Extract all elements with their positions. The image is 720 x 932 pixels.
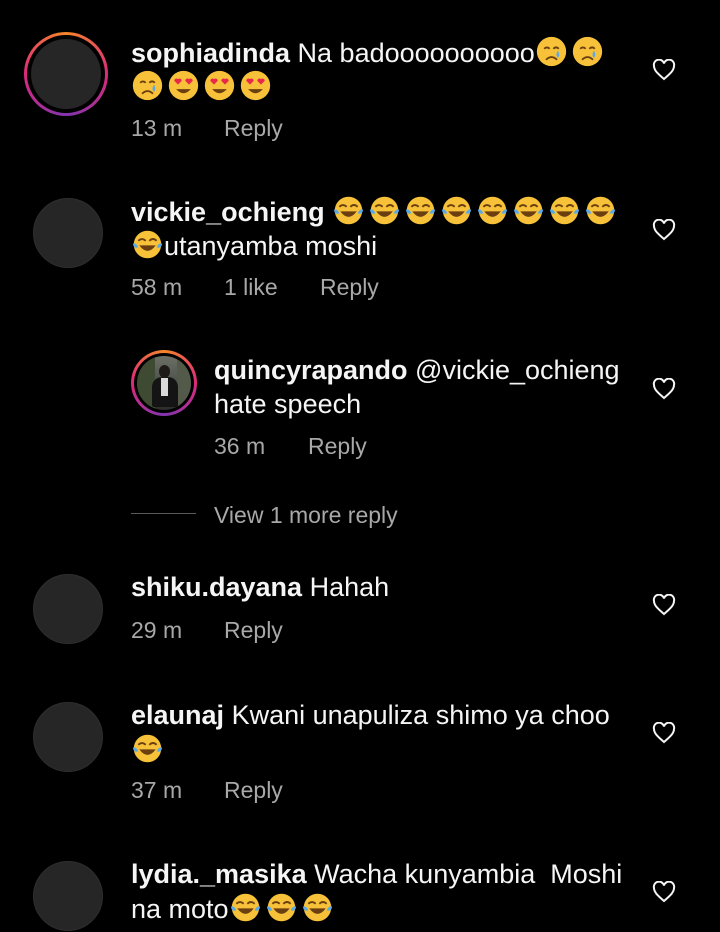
- comment-text: sophiadinda Na badoooooooooo: [131, 35, 607, 70]
- comment-body: utanyamba moshi: [164, 231, 378, 261]
- heart-outline-icon[interactable]: [652, 59, 676, 81]
- avatar[interactable]: [33, 198, 103, 268]
- comment-text: lydia._masika Wacha kunyambia Moshi: [131, 857, 622, 891]
- comment-body: Hahah: [309, 572, 390, 602]
- avatar[interactable]: [33, 702, 103, 772]
- crying-face-emoji: [572, 36, 602, 67]
- comment-meta: 13 m Reply: [131, 114, 283, 142]
- mention-link[interactable]: @vickie_ochieng: [415, 355, 620, 385]
- photo-person-shirt: [161, 378, 168, 396]
- reply-button[interactable]: Reply: [320, 273, 379, 301]
- username[interactable]: lydia._masika: [131, 859, 307, 889]
- username[interactable]: vickie_ochieng: [131, 197, 325, 227]
- heart-eyes-emoji: [240, 70, 271, 101]
- comment-text: vickie_ochieng: [131, 194, 620, 229]
- heart-outline-icon[interactable]: [652, 722, 676, 744]
- reply-text: quincyrapando @vickie_ochieng: [214, 353, 620, 387]
- tears-of-joy-emoji: [132, 230, 163, 259]
- comment-body: Wacha kunyambia Moshi: [314, 859, 623, 889]
- comment-meta: 29 m Reply: [131, 616, 283, 644]
- comment-timestamp: 13 m: [131, 115, 183, 141]
- username[interactable]: quincyrapando: [214, 355, 408, 385]
- tears-of-joy-emoji: [477, 196, 508, 225]
- comment-body: Kwani unapuliza shimo ya choo: [231, 700, 610, 730]
- avatar-placeholder: [31, 39, 101, 109]
- avatar-story-ring[interactable]: [24, 32, 108, 116]
- comment-timestamp: 29 m: [131, 617, 183, 643]
- avatar[interactable]: [33, 574, 103, 644]
- photo-bg-right: [177, 360, 191, 410]
- tears-of-joy-emoji: [549, 196, 580, 225]
- view-more-divider: [131, 513, 196, 514]
- comment-body-line2: na moto: [131, 894, 229, 924]
- view-more-replies-button[interactable]: View 1 more reply: [214, 501, 398, 529]
- username[interactable]: elaunaj: [131, 700, 224, 730]
- tears-of-joy-emoji: [585, 196, 616, 225]
- heart-eyes-emoji: [204, 70, 235, 101]
- heart-outline-icon[interactable]: [652, 881, 676, 903]
- heart-outline-icon[interactable]: [652, 594, 676, 616]
- username[interactable]: shiku.dayana: [131, 572, 302, 602]
- comment-meta: 58 m 1 like Reply: [131, 273, 379, 301]
- avatar[interactable]: [33, 861, 103, 931]
- comment-body: hate speech: [214, 389, 362, 419]
- tears-of-joy-emoji: [513, 196, 544, 225]
- tears-of-joy-emoji: [405, 196, 436, 225]
- comment-meta: 37 m Reply: [131, 776, 283, 804]
- avatar-story-ring[interactable]: [131, 350, 197, 416]
- tears-of-joy-emoji: [266, 893, 296, 922]
- heart-eyes-emoji: [168, 70, 199, 101]
- avatar-inner: [134, 353, 194, 413]
- comment-body: Na badoooooooooo: [297, 38, 535, 68]
- reply-meta: 36 m Reply: [214, 432, 367, 460]
- comment-text: shiku.dayana Hahah: [131, 570, 389, 604]
- crying-face-emoji: [132, 70, 163, 101]
- tears-of-joy-emoji: [333, 196, 364, 225]
- reply-text-line2: hate speech: [214, 387, 361, 421]
- comment-text-line2: [131, 69, 275, 104]
- crying-face-emoji: [536, 36, 566, 67]
- tears-of-joy-emoji: [369, 196, 400, 225]
- tears-of-joy-emoji: [230, 893, 260, 922]
- reply-button[interactable]: Reply: [224, 616, 283, 644]
- heart-outline-icon[interactable]: [652, 378, 676, 400]
- tears-of-joy-emoji: [132, 734, 163, 763]
- comment-timestamp: 58 m: [131, 274, 183, 300]
- heart-outline-icon[interactable]: [652, 219, 676, 241]
- comment-text-line2: na moto: [131, 891, 337, 926]
- avatar-inner: [27, 35, 105, 113]
- reply-button[interactable]: Reply: [224, 776, 283, 804]
- comment-text-line2: utanyamba moshi: [131, 228, 377, 263]
- reply-button[interactable]: Reply: [224, 114, 283, 142]
- reply-button[interactable]: Reply: [308, 432, 367, 460]
- profile-photo: [137, 356, 191, 410]
- comment-text-line2: [131, 732, 167, 767]
- photo-person-head: [159, 365, 170, 378]
- comment-timestamp: 36 m: [214, 433, 266, 459]
- tears-of-joy-emoji: [302, 893, 332, 922]
- comment-timestamp: 37 m: [131, 777, 183, 803]
- comment-text: elaunaj Kwani unapuliza shimo ya choo: [131, 698, 610, 732]
- tears-of-joy-emoji: [441, 196, 472, 225]
- username[interactable]: sophiadinda: [131, 38, 290, 68]
- likes-count[interactable]: 1 like: [224, 273, 320, 301]
